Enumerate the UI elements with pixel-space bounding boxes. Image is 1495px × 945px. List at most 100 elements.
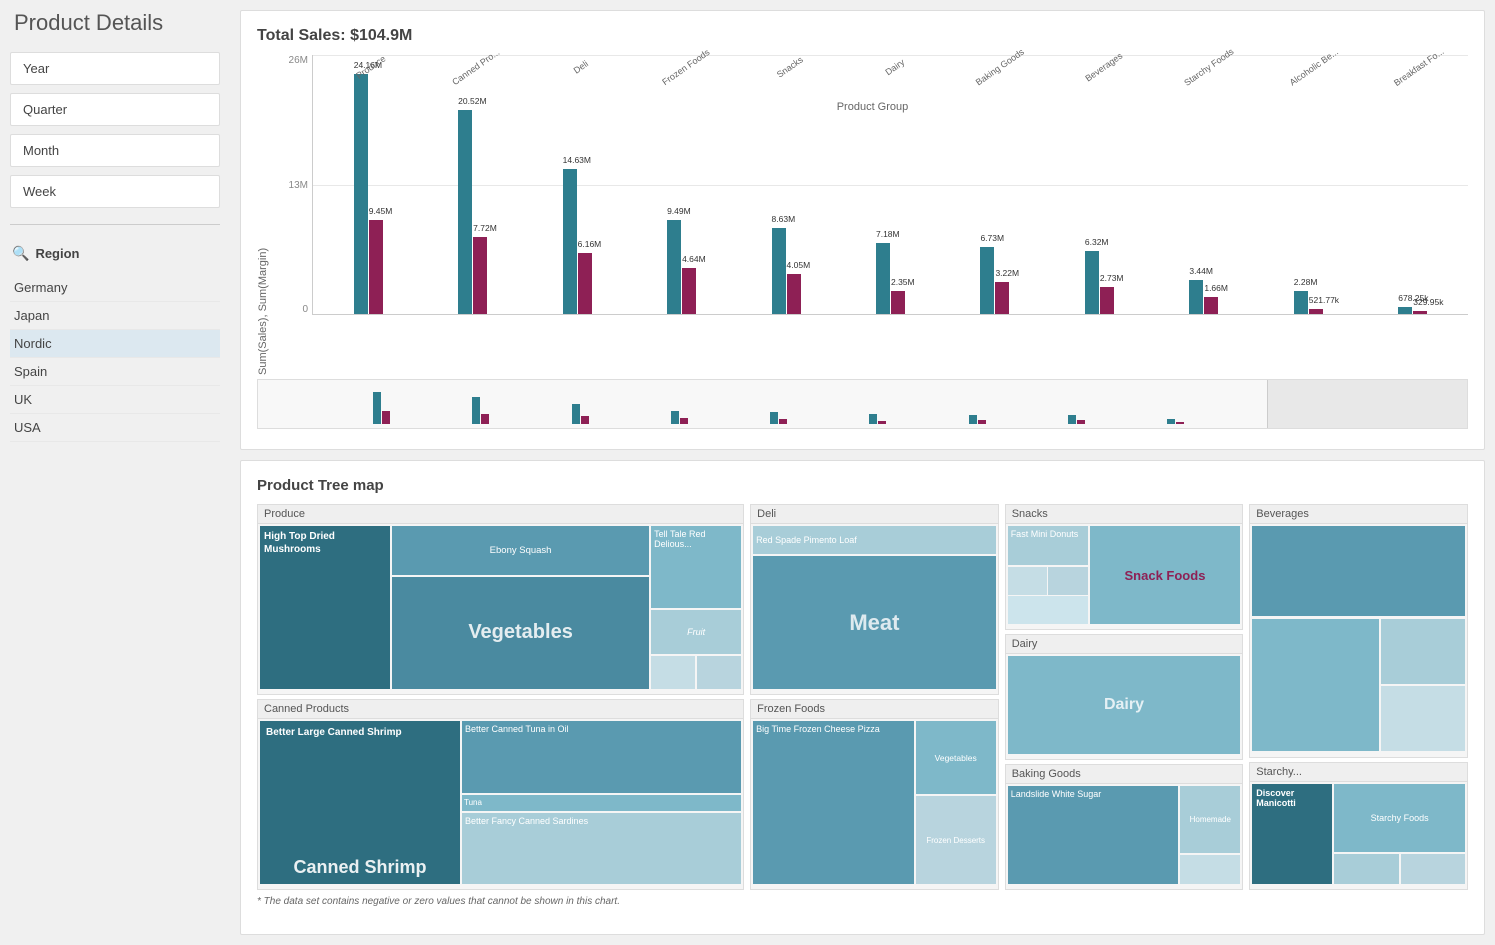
- bar-group-starchy: 3.44M 1.66M: [1153, 280, 1255, 314]
- treemap-baking-header: Baking Goods: [1006, 765, 1243, 784]
- bar-starchy-teal: 3.44M: [1189, 280, 1203, 314]
- year-filter-btn[interactable]: Year: [10, 52, 220, 85]
- treemap-cell-snack-sm-3[interactable]: [1008, 596, 1088, 624]
- mini-bar-baking-magenta: [978, 420, 986, 424]
- bar-group-beverages: 6.32M 2.73M: [1048, 251, 1150, 314]
- bar-group-frozen: 9.49M 4.64M: [630, 220, 732, 314]
- mini-bar-snacks-magenta: [779, 419, 787, 424]
- week-filter: Week: [10, 175, 220, 208]
- mini-bar-snacks-teal: [770, 412, 778, 424]
- quarter-filter-btn[interactable]: Quarter: [10, 93, 220, 126]
- week-filter-btn[interactable]: Week: [10, 175, 220, 208]
- bar-canned-teal: 20.52M: [458, 110, 472, 314]
- treemap-baking: Baking Goods Landslide White Sugar Homem…: [1005, 764, 1244, 890]
- treemap-cell-manicotti[interactable]: Discover Manicotti: [1252, 784, 1332, 884]
- chart-panel: Total Sales: $104.9M Sum(Sales), Sum(Mar…: [240, 10, 1485, 450]
- treemap-cell-starchy-sm-2[interactable]: [1401, 854, 1465, 884]
- bar-baking-teal: 6.73M: [980, 247, 994, 314]
- mini-chart[interactable]: [257, 379, 1468, 429]
- treemap-beverages: Beverages: [1249, 504, 1468, 758]
- region-item-uk[interactable]: UK: [10, 386, 220, 414]
- treemap-cell-starchy-foods[interactable]: Starchy Foods: [1334, 784, 1465, 852]
- treemap-cell-frozen-pizza[interactable]: Big Time Frozen Cheese Pizza: [753, 721, 914, 884]
- region-item-nordic[interactable]: Nordic: [10, 330, 220, 358]
- treemap-cell-pimento[interactable]: Red Spade Pimento Loaf: [753, 526, 996, 554]
- bar-alcoholic-teal: 2.28M: [1294, 291, 1308, 314]
- treemap-cell-vegetables[interactable]: Vegetables: [392, 577, 649, 689]
- treemap-cell-bev-4[interactable]: [1381, 686, 1465, 751]
- bar-dairy-magenta: 2.35M: [891, 291, 905, 314]
- region-item-spain[interactable]: Spain: [10, 358, 220, 386]
- bars-row: 24.16M 9.45M: [317, 65, 1464, 314]
- treemap-panel: Product Tree map Produce High Top Dried …: [240, 460, 1485, 935]
- treemap-cell-baking-sm[interactable]: [1180, 855, 1240, 884]
- bar-breakfast-magenta: 329.95k: [1413, 311, 1427, 314]
- mini-bar-produce-teal: [373, 392, 381, 424]
- month-filter-btn[interactable]: Month: [10, 134, 220, 167]
- quarter-filter: Quarter: [10, 93, 220, 126]
- mini-bar-baking-teal: [969, 415, 977, 424]
- treemap-snacks: Snacks Fast Mini Donuts: [1005, 504, 1244, 630]
- treemap-cell-bev-3[interactable]: [1381, 619, 1465, 684]
- bar-alcoholic-magenta: 521.77k: [1309, 309, 1323, 314]
- treemap-cell-tuna[interactable]: Better Canned Tuna in Oil: [462, 721, 741, 793]
- treemap-canned-header: Canned Products: [258, 700, 743, 719]
- bar-group-canned: 20.52M 7.72M: [421, 110, 523, 314]
- y-axis-ticks: 26M 13M 0: [277, 55, 312, 315]
- bar-produce-teal: 24.16M: [354, 74, 368, 314]
- treemap-frozen: Frozen Foods Big Time Frozen Cheese Pizz…: [750, 699, 999, 890]
- bar-breakfast-teal: 678.25k: [1398, 307, 1412, 314]
- treemap-cell-starchy-sm-1[interactable]: [1334, 854, 1398, 884]
- treemap-dairy: Dairy Dairy: [1005, 634, 1244, 760]
- treemap-cell-sardines[interactable]: Better Fancy Canned Sardines: [462, 813, 741, 885]
- region-header[interactable]: 🔍 Region: [10, 241, 220, 266]
- region-item-germany[interactable]: Germany: [10, 274, 220, 302]
- bar-snacks-teal: 8.63M: [772, 228, 786, 314]
- mini-bar-frozen-magenta: [680, 418, 688, 424]
- treemap-cell-meat[interactable]: Meat: [753, 556, 996, 689]
- mini-bar-canned-teal: [472, 397, 480, 424]
- treemap-cell-fruit[interactable]: Fruit: [651, 610, 741, 655]
- mini-bar-starchy-magenta: [1176, 422, 1184, 424]
- region-item-japan[interactable]: Japan: [10, 302, 220, 330]
- treemap-cell-mushrooms[interactable]: High Top Dried Mushrooms: [260, 526, 390, 689]
- bar-group-produce: 24.16M 9.45M: [317, 74, 419, 314]
- treemap-cell-homemade[interactable]: Homemade: [1180, 786, 1240, 853]
- month-filter: Month: [10, 134, 220, 167]
- treemap-cell-canned-shrimp[interactable]: Better Large Canned Shrimp Canned Shrimp: [260, 721, 460, 884]
- mini-bar-starchy-teal: [1167, 419, 1175, 424]
- treemap-cell-frozen-veg[interactable]: Vegetables: [916, 721, 996, 794]
- mini-bar-produce-magenta: [382, 411, 390, 424]
- mini-bar-deli-teal: [572, 404, 580, 424]
- scroll-range-indicator[interactable]: [1267, 380, 1467, 428]
- bar-group-breakfast: 678.25k 329.95k: [1362, 307, 1464, 314]
- treemap-cell-dairy[interactable]: Dairy: [1008, 656, 1241, 754]
- mini-bar-bev-teal: [1068, 415, 1076, 424]
- region-item-usa[interactable]: USA: [10, 414, 220, 442]
- treemap-cell-tuna-sub[interactable]: Tuna: [462, 795, 741, 811]
- bar-beverages-magenta: 2.73M: [1100, 287, 1114, 314]
- treemap-cell-squash[interactable]: Ebony Squash: [392, 526, 649, 575]
- treemap-beverages-header: Beverages: [1250, 505, 1467, 524]
- treemap-cell-snack-sm-1[interactable]: [1008, 567, 1048, 595]
- treemap-cell-snack-foods[interactable]: Snack Foods: [1090, 526, 1241, 624]
- treemap-cell-fruit-red[interactable]: Tell Tale Red Delious...: [651, 526, 741, 608]
- bar-frozen-teal: 9.49M: [667, 220, 681, 314]
- treemap-cell-snack-sm-2[interactable]: [1048, 567, 1088, 595]
- treemap-cell-sugar[interactable]: Landslide White Sugar: [1008, 786, 1179, 884]
- treemap-deli: Deli Red Spade Pimento Loaf Meat: [750, 504, 999, 695]
- treemap-cell-donuts[interactable]: Fast Mini Donuts: [1008, 526, 1088, 565]
- treemap-cell-small-1[interactable]: [651, 656, 695, 689]
- treemap-cell-small-2[interactable]: [697, 656, 741, 689]
- bar-beverages-teal: 6.32M: [1085, 251, 1099, 314]
- search-icon: 🔍: [12, 245, 29, 262]
- treemap-cell-bev-2[interactable]: [1252, 619, 1379, 751]
- chart-inner: 26M 13M 0: [277, 55, 1468, 375]
- bar-frozen-magenta: 4.64M: [682, 268, 696, 314]
- bar-chart-area: Sum(Sales), Sum(Margin) 26M 13M 0: [257, 55, 1468, 375]
- treemap-cell-bev-1[interactable]: [1252, 526, 1465, 616]
- sidebar: Product Details Year Quarter Month Week …: [0, 0, 230, 945]
- treemap-cell-frozen-desserts[interactable]: Frozen Desserts: [916, 796, 996, 884]
- treemap-produce: Produce High Top Dried Mushrooms Ebony S…: [257, 504, 744, 695]
- y-axis-label: Sum(Sales), Sum(Margin): [257, 55, 269, 375]
